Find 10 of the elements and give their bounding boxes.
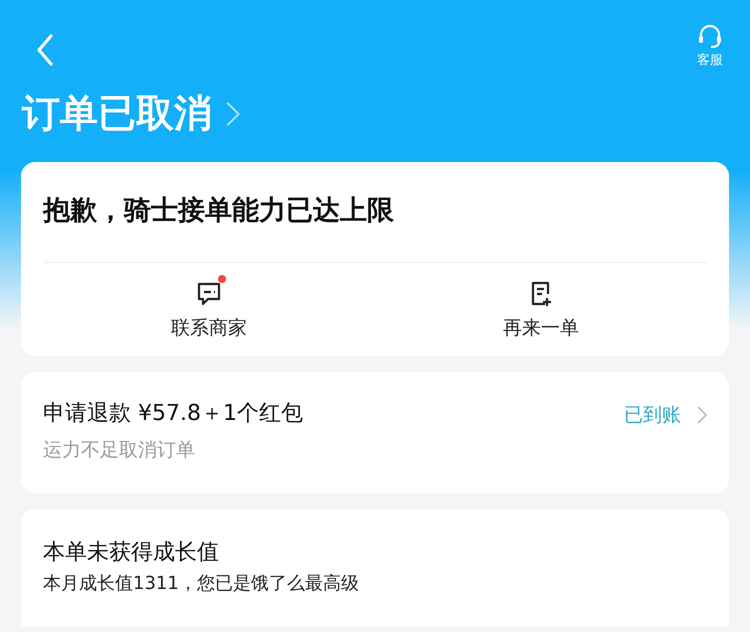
cancel-reason-message: 抱歉，骑士接单能力已达上限 — [43, 194, 395, 228]
contact-merchant-button[interactable]: 联系商家 — [43, 263, 375, 355]
growth-detail: 本月成长值1311，您已是饿了么最高级 — [43, 572, 360, 595]
refund-title: 申请退款 ¥57.8＋1个红包 — [43, 400, 303, 428]
chevron-icon — [697, 406, 707, 424]
order-status-title: 订单已取消 — [22, 90, 212, 137]
growth-title: 本单未获得成长值 — [43, 539, 220, 567]
reorder-button[interactable]: 再来一单 — [375, 263, 707, 355]
chevron-icon — [226, 100, 240, 126]
refund-reason: 运力不足取消订单 — [43, 438, 196, 463]
